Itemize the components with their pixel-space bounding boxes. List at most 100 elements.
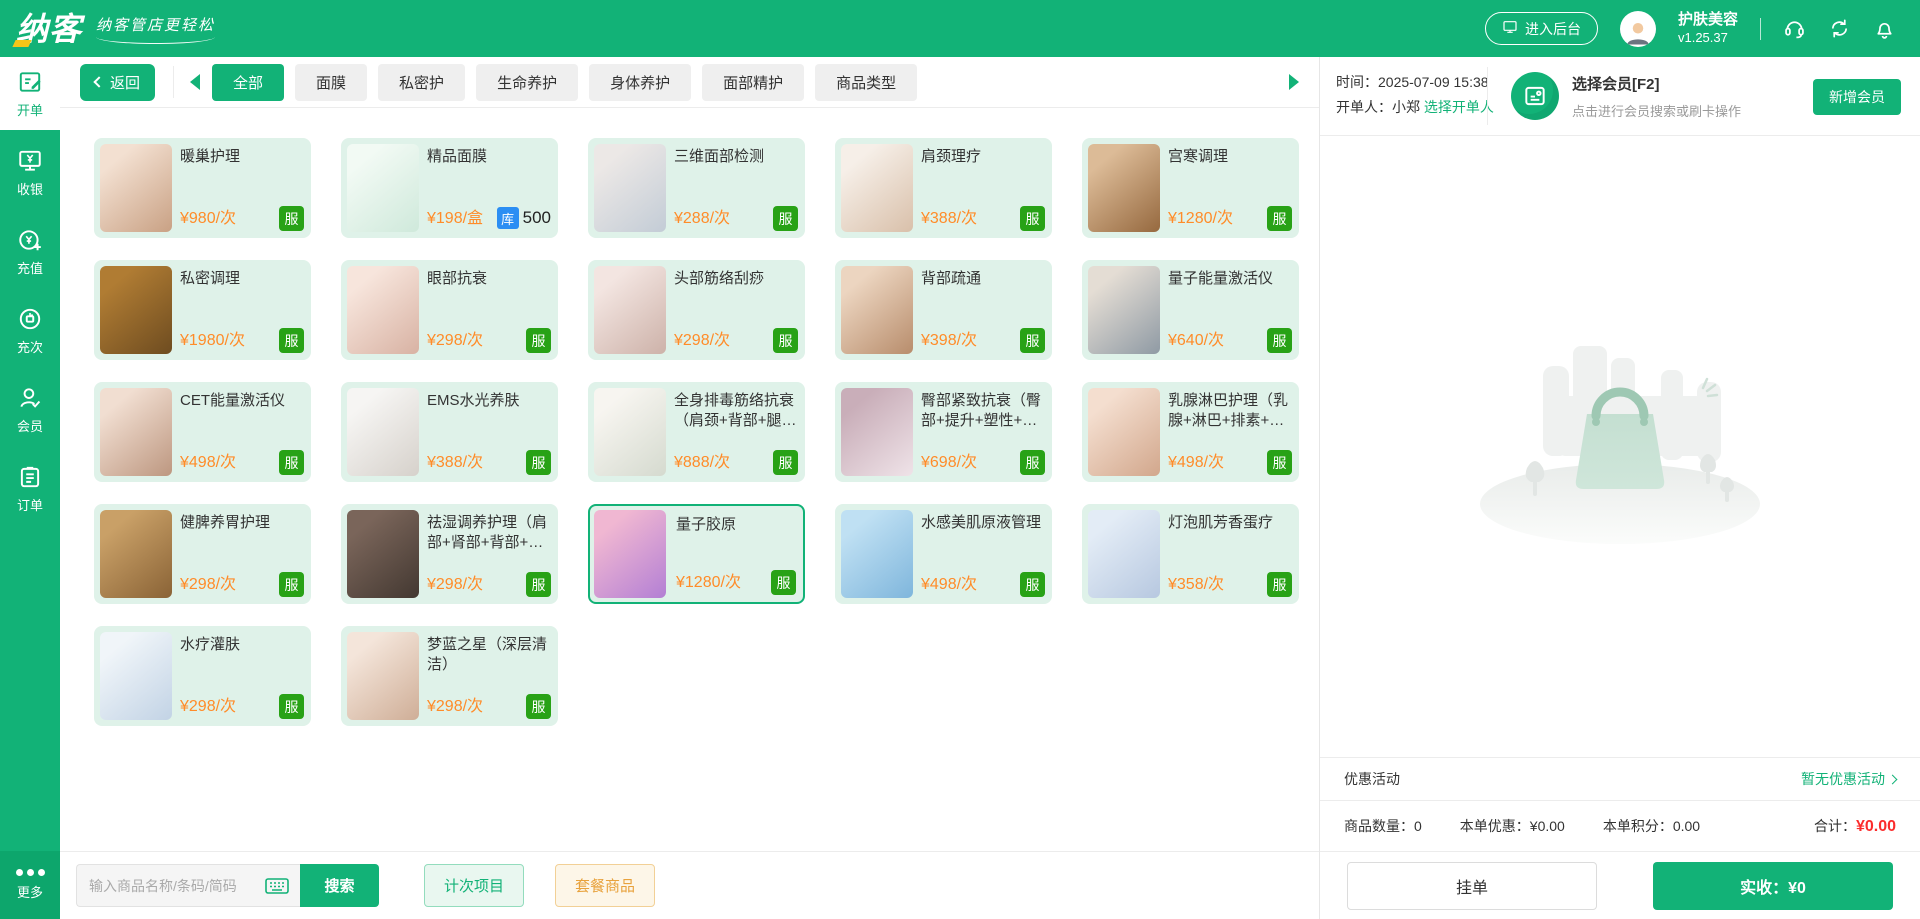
service-badge: 服 bbox=[279, 450, 304, 475]
stock-badge-group: 库 500 bbox=[497, 207, 551, 229]
sync-icon[interactable] bbox=[1828, 17, 1851, 40]
product-card[interactable]: 三维面部检测 ¥288/次 服 bbox=[588, 138, 805, 238]
scroll-right-icon[interactable] bbox=[1289, 74, 1299, 90]
time-label: 时间： bbox=[1336, 74, 1378, 90]
product-name: EMS水光养肤 bbox=[427, 391, 551, 411]
product-card[interactable]: 宫寒调理 ¥1280/次 服 bbox=[1082, 138, 1299, 238]
product-card[interactable]: 水感美肌原液管理 ¥498/次 服 bbox=[835, 504, 1052, 604]
service-badge: 服 bbox=[526, 328, 551, 353]
sidebar-item-label: 会员 bbox=[17, 416, 43, 435]
back-button[interactable]: 返回 bbox=[80, 64, 155, 101]
tab-product-type[interactable]: 商品类型 bbox=[815, 64, 917, 101]
product-name: 臀部紧致抗衰（臀部+提升+塑性+… bbox=[921, 391, 1045, 431]
tab-label: 身体养护 bbox=[610, 75, 670, 92]
order-info: 时间：2025-07-09 15:38 开单人：小郑 选择开单人 bbox=[1336, 70, 1494, 120]
promo-row: 优惠活动 暂无优惠活动 bbox=[1320, 757, 1920, 800]
add-member-button[interactable]: 新增会员 bbox=[1813, 79, 1901, 115]
product-card[interactable]: 量子胶原 ¥1280/次 服 bbox=[588, 504, 805, 604]
product-card[interactable]: 灯泡肌芳香蛋疗 ¥358/次 服 bbox=[1082, 504, 1299, 604]
product-card[interactable]: 臀部紧致抗衰（臀部+提升+塑性+… ¥698/次 服 bbox=[835, 382, 1052, 482]
avatar[interactable] bbox=[1620, 11, 1656, 47]
tab-all[interactable]: 全部 bbox=[212, 64, 284, 101]
sidebar-item-orders[interactable]: 订单 bbox=[0, 452, 60, 525]
sidebar-item-recharge[interactable]: 充值 bbox=[0, 215, 60, 288]
product-grid: 暖巢护理 ¥980/次 服 精品面膜 ¥198/盒 库 500 三维面部检测 ¥… bbox=[60, 108, 1319, 726]
enter-backend-button[interactable]: 进入后台 bbox=[1485, 12, 1598, 45]
product-card[interactable]: CET能量激活仪 ¥498/次 服 bbox=[94, 382, 311, 482]
sidebar-item-more[interactable]: 更多 bbox=[0, 851, 60, 919]
member-card-icon bbox=[1511, 72, 1559, 120]
sidebar-item-times[interactable]: 充次 bbox=[0, 294, 60, 367]
product-card[interactable]: 精品面膜 ¥198/盒 库 500 bbox=[341, 138, 558, 238]
product-card[interactable]: 私密调理 ¥1980/次 服 bbox=[94, 260, 311, 360]
search-button[interactable]: 搜索 bbox=[300, 864, 379, 907]
tab-face-care[interactable]: 面部精护 bbox=[702, 64, 804, 101]
enter-backend-label: 进入后台 bbox=[1525, 19, 1581, 39]
bell-icon[interactable] bbox=[1873, 17, 1896, 40]
store-info: 护肤美容 v1.25.37 bbox=[1678, 11, 1738, 47]
tab-label: 面部精护 bbox=[723, 75, 783, 92]
sidebar-item-member[interactable]: 会员 bbox=[0, 373, 60, 446]
product-image bbox=[100, 266, 172, 354]
product-card[interactable]: 乳腺淋巴护理（乳腺+淋巴+排素+… ¥498/次 服 bbox=[1082, 382, 1299, 482]
headset-icon[interactable] bbox=[1783, 17, 1806, 40]
product-image bbox=[347, 144, 419, 232]
product-card[interactable]: 量子能量激活仪 ¥640/次 服 bbox=[1082, 260, 1299, 360]
operator-name: 小郑 bbox=[1392, 99, 1420, 115]
product-image bbox=[100, 144, 172, 232]
product-price: ¥298/次 bbox=[674, 326, 730, 350]
product-card[interactable]: 水疗灌肤 ¥298/次 服 bbox=[94, 626, 311, 726]
member-selector[interactable]: 选择会员[F2] 点击进行会员搜索或刷卡操作 bbox=[1511, 72, 1741, 120]
product-image bbox=[1088, 510, 1160, 598]
product-card[interactable]: 暖巢护理 ¥980/次 服 bbox=[94, 138, 311, 238]
product-image bbox=[1088, 144, 1160, 232]
product-price: ¥288/次 bbox=[674, 204, 730, 228]
tab-life-care[interactable]: 生命养护 bbox=[476, 64, 578, 101]
member-subtitle: 点击进行会员搜索或刷卡操作 bbox=[1572, 101, 1741, 120]
search-input[interactable] bbox=[87, 877, 264, 895]
count-items-button[interactable]: 计次项目 bbox=[424, 864, 524, 907]
hold-order-button[interactable]: 挂单 bbox=[1347, 862, 1597, 910]
product-card[interactable]: EMS水光养肤 ¥388/次 服 bbox=[341, 382, 558, 482]
pay-button[interactable]: 实收：¥0 bbox=[1653, 862, 1893, 910]
service-badge: 服 bbox=[773, 206, 798, 231]
store-name: 护肤美容 bbox=[1678, 11, 1738, 29]
product-card[interactable]: 头部筋络刮痧 ¥298/次 服 bbox=[588, 260, 805, 360]
tab-label: 私密护 bbox=[399, 75, 444, 92]
product-card[interactable]: 梦蓝之星（深层清洁） ¥298/次 服 bbox=[341, 626, 558, 726]
billing-icon bbox=[17, 69, 43, 95]
back-label: 返回 bbox=[110, 72, 140, 93]
service-badge: 服 bbox=[526, 694, 551, 719]
sidebar-item-billing[interactable]: 开单 bbox=[0, 57, 60, 130]
package-products-button[interactable]: 套餐商品 bbox=[555, 864, 655, 907]
product-card[interactable]: 健脾养胃护理 ¥298/次 服 bbox=[94, 504, 311, 604]
scroll-left-icon[interactable] bbox=[190, 74, 200, 90]
product-name: 暖巢护理 bbox=[180, 147, 304, 167]
search-box bbox=[76, 864, 300, 907]
product-card[interactable]: 肩颈理疗 ¥388/次 服 bbox=[835, 138, 1052, 238]
product-card[interactable]: 全身排毒筋络抗衰（肩颈+背部+腿… ¥888/次 服 bbox=[588, 382, 805, 482]
product-name: 头部筋络刮痧 bbox=[674, 269, 798, 289]
tab-private-care[interactable]: 私密护 bbox=[378, 64, 465, 101]
recharge-icon bbox=[17, 227, 43, 253]
promo-link[interactable]: 暂无优惠活动 bbox=[1801, 769, 1896, 789]
product-image bbox=[100, 632, 172, 720]
service-badge: 服 bbox=[1267, 328, 1292, 353]
product-card[interactable]: 眼部抗衰 ¥298/次 服 bbox=[341, 260, 558, 360]
select-operator-link[interactable]: 选择开单人 bbox=[1424, 99, 1494, 115]
product-image bbox=[100, 388, 172, 476]
sidebar-item-label: 充次 bbox=[17, 337, 43, 356]
product-price: ¥1280/次 bbox=[676, 568, 741, 592]
product-name: 肩颈理疗 bbox=[921, 147, 1045, 167]
tab-mask[interactable]: 面膜 bbox=[295, 64, 367, 101]
product-name: 健脾养胃护理 bbox=[180, 513, 304, 533]
sidebar-item-cashier[interactable]: 收银 bbox=[0, 136, 60, 209]
product-price: ¥298/次 bbox=[180, 692, 236, 716]
order-points: 本单积分：0.00 bbox=[1603, 816, 1700, 836]
keyboard-icon[interactable] bbox=[264, 876, 290, 896]
product-card[interactable]: 背部疏通 ¥398/次 服 bbox=[835, 260, 1052, 360]
tab-label: 面膜 bbox=[316, 75, 346, 92]
tab-label: 商品类型 bbox=[836, 75, 896, 92]
tab-body-care[interactable]: 身体养护 bbox=[589, 64, 691, 101]
product-card[interactable]: 祛湿调养护理（肩部+肾部+背部+… ¥298/次 服 bbox=[341, 504, 558, 604]
